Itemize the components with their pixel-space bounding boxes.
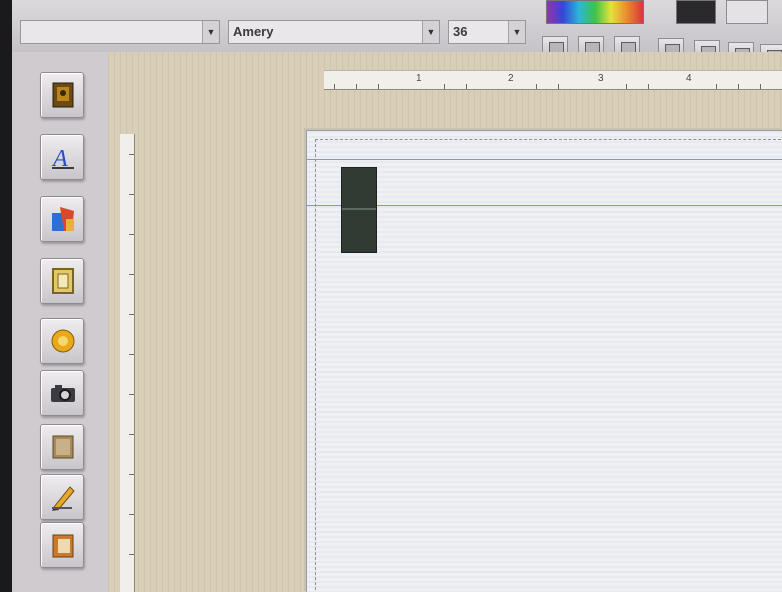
- font-name-dropdown[interactable]: Amery ▼: [228, 20, 440, 44]
- guide-line: [307, 205, 782, 206]
- color-swatch[interactable]: [676, 0, 716, 24]
- application-window: ▼ Amery ▼ 36 ▼ A 1 2 3 4: [12, 0, 782, 592]
- table-tool-icon: [52, 435, 74, 459]
- ruler-number: 4: [686, 73, 692, 84]
- text-tool-icon: A: [51, 146, 74, 171]
- document-page[interactable]: [306, 130, 782, 592]
- font-size-dropdown[interactable]: 36 ▼: [448, 20, 526, 44]
- shape-tool-icon: [52, 207, 74, 231]
- sun-tool-button[interactable]: [40, 318, 84, 364]
- text-cursor: [342, 208, 376, 210]
- margin-guide: [315, 139, 782, 592]
- horizontal-ruler[interactable]: 1 2 3 4: [324, 70, 782, 90]
- sun-tool-icon: [51, 329, 75, 353]
- camera-tool-button[interactable]: [40, 370, 84, 416]
- frame-tool-icon: [52, 268, 74, 294]
- text-frame[interactable]: [341, 167, 377, 253]
- picture-tool-button[interactable]: [40, 72, 84, 118]
- ruler-number: 2: [508, 73, 514, 84]
- frame-tool-button[interactable]: [40, 258, 84, 304]
- chevron-down-icon: ▼: [508, 21, 525, 43]
- font-size-value: 36: [453, 24, 468, 39]
- pencil-tool-icon: [52, 486, 75, 511]
- camera-tool-icon: [51, 385, 75, 402]
- ruler-number: 1: [416, 73, 422, 84]
- vertical-ruler[interactable]: [120, 134, 135, 592]
- chevron-down-icon: ▼: [422, 21, 439, 43]
- shape-tool-button[interactable]: [40, 196, 84, 242]
- ruler-number: 3: [598, 73, 604, 84]
- toolbar: ▼ Amery ▼ 36 ▼: [12, 0, 782, 68]
- chevron-down-icon: ▼: [202, 21, 219, 43]
- book-tool-icon: [52, 534, 74, 558]
- color-palette[interactable]: [546, 0, 644, 24]
- pencil-tool-button[interactable]: [40, 474, 84, 520]
- table-tool-button[interactable]: [40, 424, 84, 470]
- font-name-value: Amery: [233, 24, 274, 39]
- style-dropdown[interactable]: ▼: [20, 20, 220, 44]
- book-tool-button[interactable]: [40, 522, 84, 568]
- picture-tool-icon: [52, 82, 74, 108]
- swatch-dropdown[interactable]: [726, 0, 768, 24]
- tool-panel: A: [12, 52, 109, 592]
- guide-line: [307, 159, 782, 160]
- text-tool-button[interactable]: A: [40, 134, 84, 180]
